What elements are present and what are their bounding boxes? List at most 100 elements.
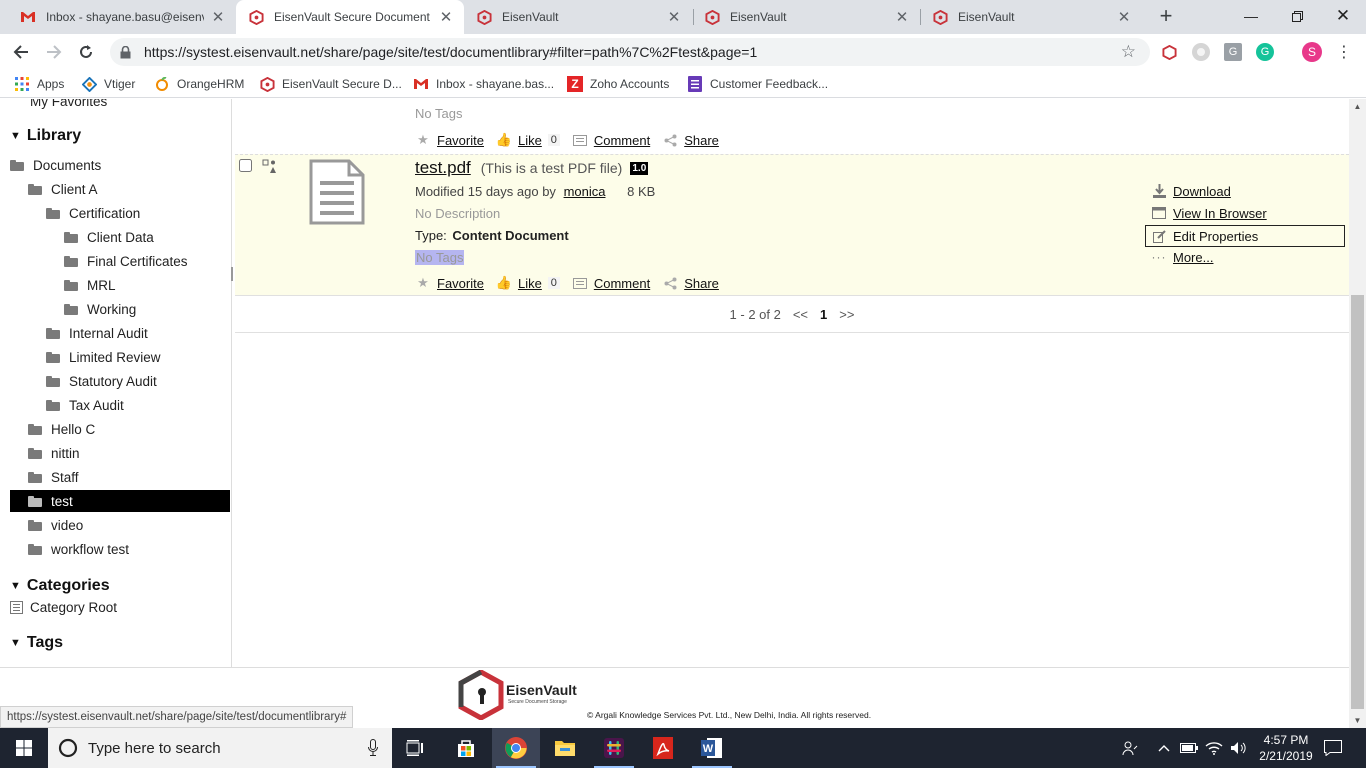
back-arrow-icon[interactable] [9,40,33,64]
adobe-acrobat-icon[interactable] [639,728,687,768]
action-center-icon[interactable] [1322,728,1344,768]
eisenvault-extension-icon[interactable] [1160,43,1178,61]
tree-item-final-certificates[interactable]: Final Certificates [64,250,188,272]
close-tab-icon[interactable]: ✕ [210,8,226,26]
share-link[interactable]: Share [684,276,719,291]
bookmark-zoho[interactable]: Z Zoho Accounts [567,75,669,93]
category-root-link[interactable]: Category Root [10,596,117,618]
address-bar[interactable]: https://systest.eisenvault.net/share/pag… [110,38,1150,66]
url-text[interactable]: https://systest.eisenvault.net/share/pag… [144,44,757,60]
favorite-link[interactable]: Favorite [437,276,484,291]
comment-action[interactable]: Comment [572,276,650,291]
tree-item-documents[interactable]: Documents [10,154,101,176]
share-action[interactable]: Share [662,133,719,148]
sidebar-resize-handle[interactable] [231,267,233,281]
modified-by-link[interactable]: monica [564,184,606,199]
edit-properties-action[interactable]: Edit Properties [1145,225,1345,247]
tree-item-mrl[interactable]: MRL [64,274,116,296]
tree-item-statutory-audit[interactable]: Statutory Audit [46,370,157,392]
close-tab-icon[interactable]: ✕ [438,8,454,26]
more-actions[interactable]: ··· More... [1151,247,1214,267]
download-action[interactable]: Download [1151,181,1231,201]
my-favorites-link[interactable]: My Favorites [30,99,107,112]
close-tab-icon[interactable]: ✕ [666,8,682,26]
tree-item-test[interactable]: test [10,490,230,512]
library-heading[interactable]: ▼ Library [10,127,81,145]
tab-gmail-inbox[interactable]: Inbox - shayane.basu@eisenva ✕ [8,0,236,34]
close-window-icon[interactable]: ✕ [1320,0,1366,32]
tree-item-hello-c[interactable]: Hello C [28,418,95,440]
extension-circle-icon[interactable] [1192,43,1210,61]
like-action[interactable]: 👍 Like 0 [496,132,560,148]
grammarly-icon[interactable]: G [1256,43,1274,61]
tree-item-limited-review[interactable]: Limited Review [46,346,161,368]
document-thumbnail-icon[interactable] [309,159,365,228]
tree-item-internal-audit[interactable]: Internal Audit [46,322,148,344]
taskbar-clock[interactable]: 4:57 PM 2/21/2019 [1250,728,1322,768]
tree-item-tax-audit[interactable]: Tax Audit [46,394,124,416]
like-link[interactable]: Like [518,276,542,291]
bookmark-vtiger[interactable]: Vtiger [81,75,135,93]
vertical-scrollbar[interactable]: ▲ ▼ [1349,99,1366,728]
bookmark-gmail[interactable]: Inbox - shayane.bas... [413,75,554,93]
tree-item-staff[interactable]: Staff [28,466,79,488]
close-tab-icon[interactable]: ✕ [894,8,910,26]
like-action[interactable]: 👍 Like 0 [496,275,560,291]
microsoft-word-icon[interactable]: W [688,728,736,768]
document-indicator-icon[interactable] [262,159,277,177]
download-link[interactable]: Download [1173,184,1231,199]
document-select-checkbox[interactable] [239,159,252,172]
chrome-menu-icon[interactable]: ⋮ [1332,40,1356,64]
restore-icon[interactable] [1274,0,1320,32]
more-link[interactable]: More... [1173,250,1213,265]
lock-icon[interactable] [120,45,134,59]
scroll-down-arrow-icon[interactable]: ▼ [1349,713,1366,728]
bookmark-star-icon[interactable]: ☆ [1121,42,1136,62]
close-tab-icon[interactable]: ✕ [1116,8,1132,26]
share-action[interactable]: Share [662,276,719,291]
tree-item-certification[interactable]: Certification [46,202,140,224]
view-in-browser-action[interactable]: View In Browser [1151,203,1267,223]
reload-icon[interactable] [74,40,98,64]
task-view-icon[interactable] [392,728,440,768]
favorite-action[interactable]: ★ Favorite [415,275,484,291]
bookmark-eisenvault[interactable]: EisenVault Secure D... [259,75,402,93]
comment-action[interactable]: Comment [572,133,650,148]
view-in-browser-link[interactable]: View In Browser [1173,206,1267,221]
collapse-triangle-icon[interactable]: ▼ [10,130,21,142]
tab-eisenvault-secure[interactable]: EisenVault Secure Document St ✕ [236,0,464,34]
bookmark-customer-feedback[interactable]: Customer Feedback... [687,75,828,93]
bookmark-apps[interactable]: Apps [14,75,64,93]
microsoft-store-icon[interactable] [442,728,490,768]
slack-icon[interactable] [590,728,638,768]
wifi-icon[interactable] [1203,728,1225,768]
profile-avatar[interactable]: S [1302,42,1322,62]
tree-item-client-a[interactable]: Client A [28,178,98,200]
tree-item-working[interactable]: Working [64,298,136,320]
comment-link[interactable]: Comment [594,276,650,291]
tab-eisenvault-4[interactable]: EisenVault ✕ [920,0,1142,34]
tree-item-video[interactable]: video [28,514,83,536]
scroll-up-arrow-icon[interactable]: ▲ [1349,99,1366,114]
people-icon[interactable] [1118,728,1142,768]
battery-icon[interactable] [1178,728,1200,768]
pager-current-page[interactable]: 1 [820,307,827,322]
edit-properties-link[interactable]: Edit Properties [1173,229,1258,244]
tags-heading[interactable]: ▼ Tags [10,634,63,652]
file-explorer-icon[interactable] [541,728,589,768]
chrome-taskbar-icon[interactable] [492,728,540,768]
share-link[interactable]: Share [684,133,719,148]
scrollbar-thumb[interactable] [1351,295,1364,709]
microphone-icon[interactable] [368,739,378,760]
bookmark-orangehrm[interactable]: OrangeHRM [154,75,244,93]
pager-prev[interactable]: << [793,307,808,322]
document-name-link[interactable]: test.pdf [415,158,471,178]
tab-eisenvault-3[interactable]: EisenVault ✕ [692,0,920,34]
document-tags[interactable]: No Tags [415,250,465,265]
forward-arrow-icon[interactable] [42,40,66,64]
collapse-triangle-icon[interactable]: ▼ [10,637,21,649]
favorite-action[interactable]: ★ Favorite [415,132,484,148]
favorite-link[interactable]: Favorite [437,133,484,148]
collapse-triangle-icon[interactable]: ▼ [10,580,21,592]
comment-link[interactable]: Comment [594,133,650,148]
